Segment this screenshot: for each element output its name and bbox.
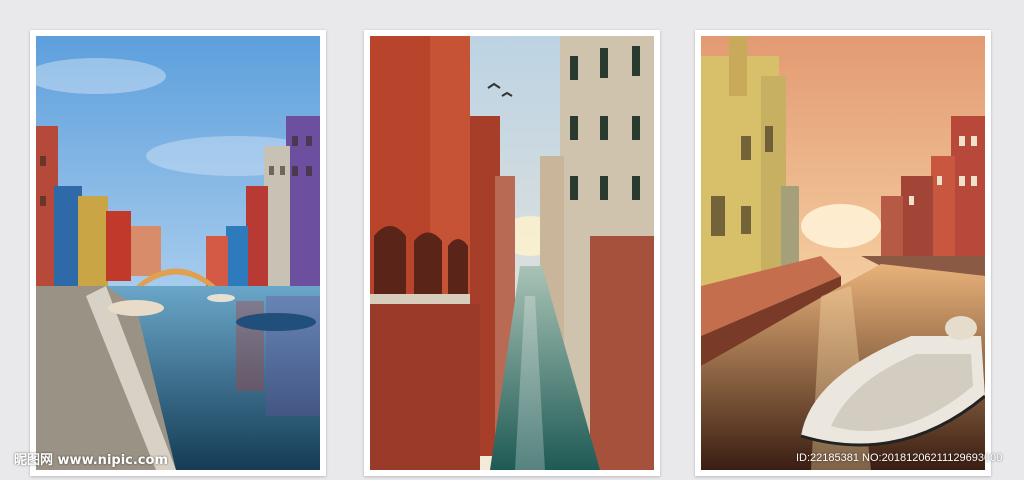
canal-photo-sunset	[701, 36, 985, 470]
watermark-id: ID:22185381 NO:20181206211129693000	[796, 452, 1003, 464]
canal-photo-blue-sky	[36, 36, 320, 470]
canal-photo-narrow	[370, 36, 654, 470]
art-panel-middle	[364, 30, 660, 476]
watermark-brand: 昵图网	[14, 453, 54, 468]
watermark-url: www.nipic.com	[57, 453, 168, 468]
watermark-site: 昵图网 www.nipic.com	[14, 449, 168, 468]
art-panel-right	[695, 30, 991, 476]
art-panel-left	[30, 30, 326, 476]
